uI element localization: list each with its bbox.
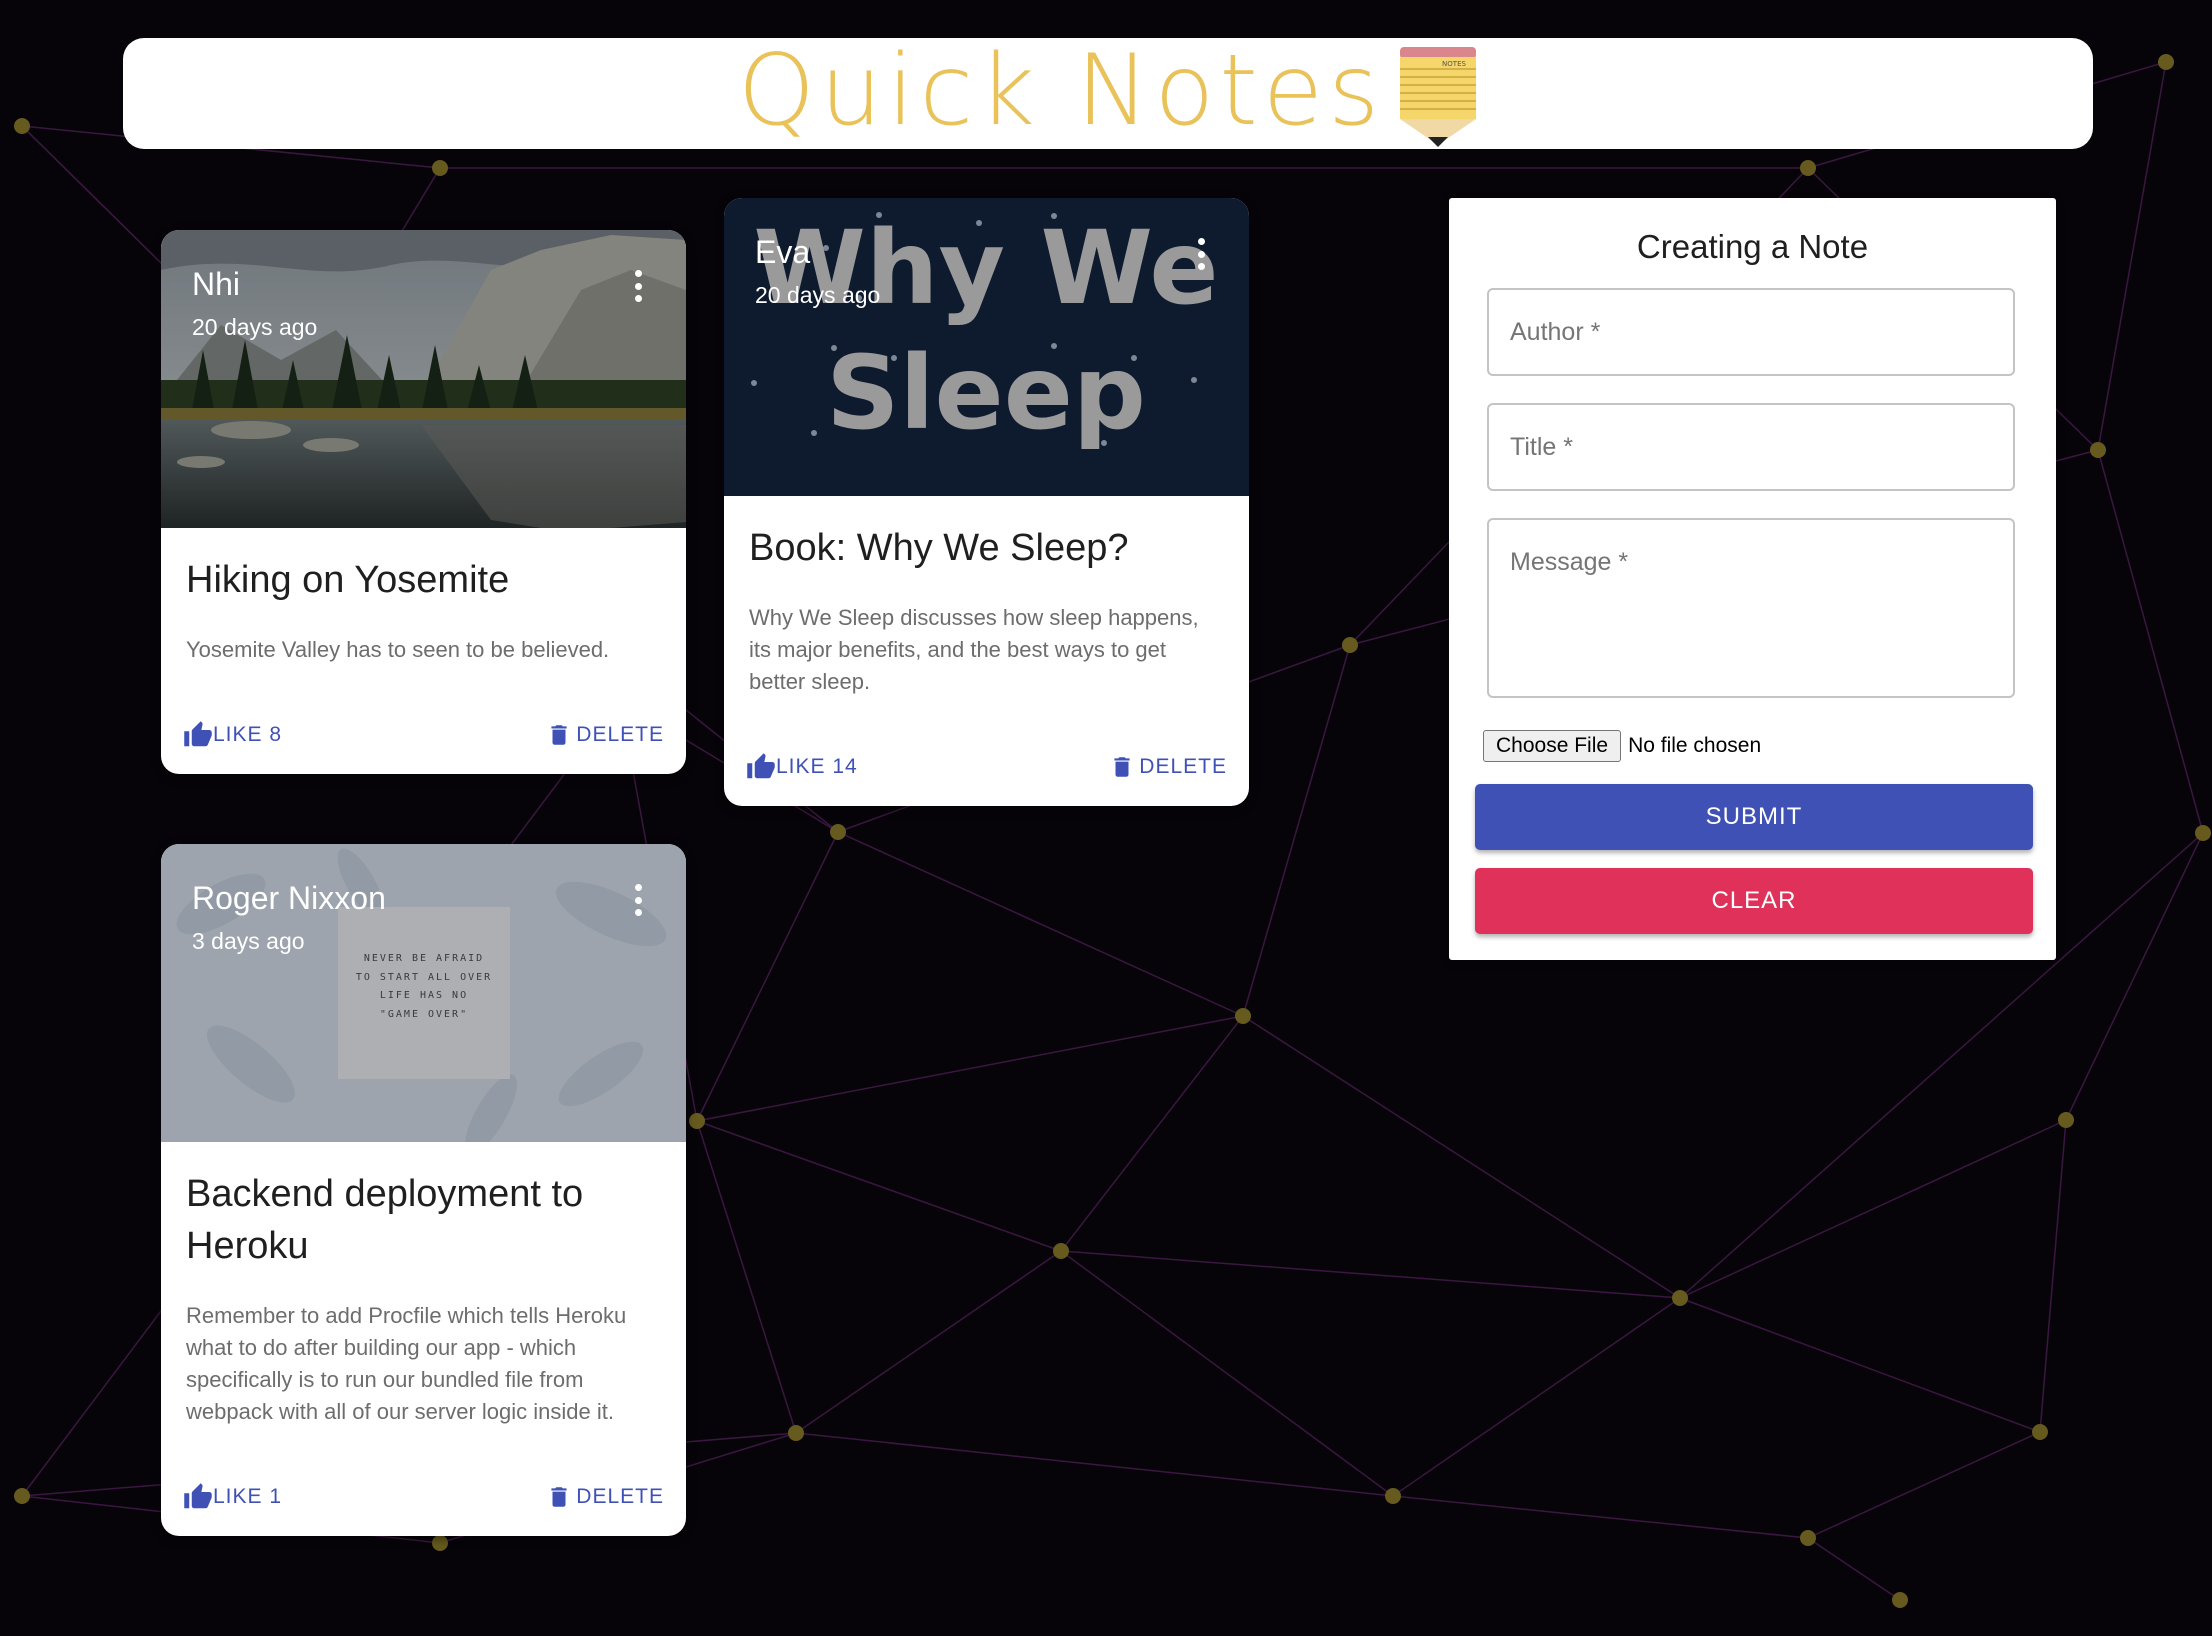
post-author: Nhi	[192, 266, 241, 302]
like-label: LIKE 8	[213, 723, 283, 746]
thumb-up-icon	[184, 1483, 212, 1509]
post-title: Book: Why We Sleep?	[749, 527, 1129, 569]
app-bar: Quick Notes NOTES	[123, 38, 2093, 149]
like-button[interactable]: LIKE 1	[183, 1482, 282, 1512]
delete-button[interactable]: DELETE	[546, 1483, 664, 1511]
message-field[interactable]: Message *	[1487, 518, 2015, 698]
trash-icon	[551, 725, 567, 745]
post-card: Why We Sleep Eva 20 days ago Book: Why W…	[724, 198, 1249, 806]
more-options-icon[interactable]	[632, 884, 644, 916]
post-image: Why We Sleep Eva 20 days ago	[724, 198, 1249, 496]
cover-title-line2: Sleep	[826, 334, 1146, 453]
delete-label: DELETE	[576, 1485, 664, 1508]
delete-button[interactable]: DELETE	[1109, 753, 1227, 781]
logo-label: NOTES	[1442, 60, 1466, 68]
clear-button[interactable]: CLEAR	[1475, 868, 2033, 934]
like-button[interactable]: LIKE 8	[183, 720, 282, 750]
like-button[interactable]: LIKE 14	[746, 752, 858, 782]
more-options-icon[interactable]	[632, 270, 644, 302]
thumb-up-icon	[184, 721, 212, 747]
delete-button[interactable]: DELETE	[546, 721, 664, 749]
title-placeholder: Title *	[1510, 433, 1573, 461]
post-card: Nhi 20 days ago Hiking on Yosemite Yosem…	[161, 230, 686, 774]
like-label: LIKE 14	[776, 755, 858, 778]
submit-button[interactable]: SUBMIT	[1475, 784, 2033, 850]
more-options-icon[interactable]	[1195, 238, 1207, 270]
post-message: Why We Sleep discusses how sleep happens…	[749, 605, 1199, 694]
post-author: Eva	[755, 234, 811, 270]
post-image: Nhi 20 days ago	[161, 230, 686, 528]
message-placeholder: Message *	[1510, 548, 1629, 576]
post-title: Backend deployment to Heroku	[186, 1173, 584, 1267]
post-author: Roger Nixxon	[192, 880, 386, 916]
thumb-up-icon	[747, 753, 775, 779]
author-field[interactable]: Author *	[1487, 288, 2015, 376]
file-status: No file chosen	[1628, 734, 1762, 757]
post-title: Hiking on Yosemite	[186, 559, 510, 601]
post-message: Remember to add Procfile which tells Her…	[186, 1303, 627, 1424]
post-image: NEVER BE AFRAID TO START ALL OVER LIFE H…	[161, 844, 686, 1142]
app-title: Quick Notes	[737, 33, 1385, 148]
post-time: 20 days ago	[755, 282, 881, 308]
post-time: 3 days ago	[192, 928, 305, 954]
delete-label: DELETE	[1139, 755, 1227, 778]
create-note-form: Creating a Note Author * Title * Message…	[1449, 198, 2056, 960]
form-heading: Creating a Note	[1636, 228, 1869, 265]
notes-pencil-icon: NOTES	[1400, 46, 1477, 147]
like-label: LIKE 1	[213, 1485, 283, 1508]
choose-file-button[interactable]: Choose File	[1483, 730, 1622, 762]
author-placeholder: Author *	[1510, 318, 1601, 346]
quote-text: NEVER BE AFRAID TO START ALL OVER LIFE H…	[355, 953, 493, 1020]
delete-label: DELETE	[576, 723, 664, 746]
cover-title-line1: Why We	[753, 209, 1218, 328]
file-input: Choose File No file chosen	[1483, 730, 1761, 762]
trash-icon	[1114, 757, 1130, 777]
post-time: 20 days ago	[192, 314, 318, 340]
trash-icon	[551, 1487, 567, 1507]
title-field[interactable]: Title *	[1487, 403, 2015, 491]
post-card: NEVER BE AFRAID TO START ALL OVER LIFE H…	[161, 844, 686, 1536]
post-message: Yosemite Valley has to seen to be believ…	[186, 637, 610, 662]
